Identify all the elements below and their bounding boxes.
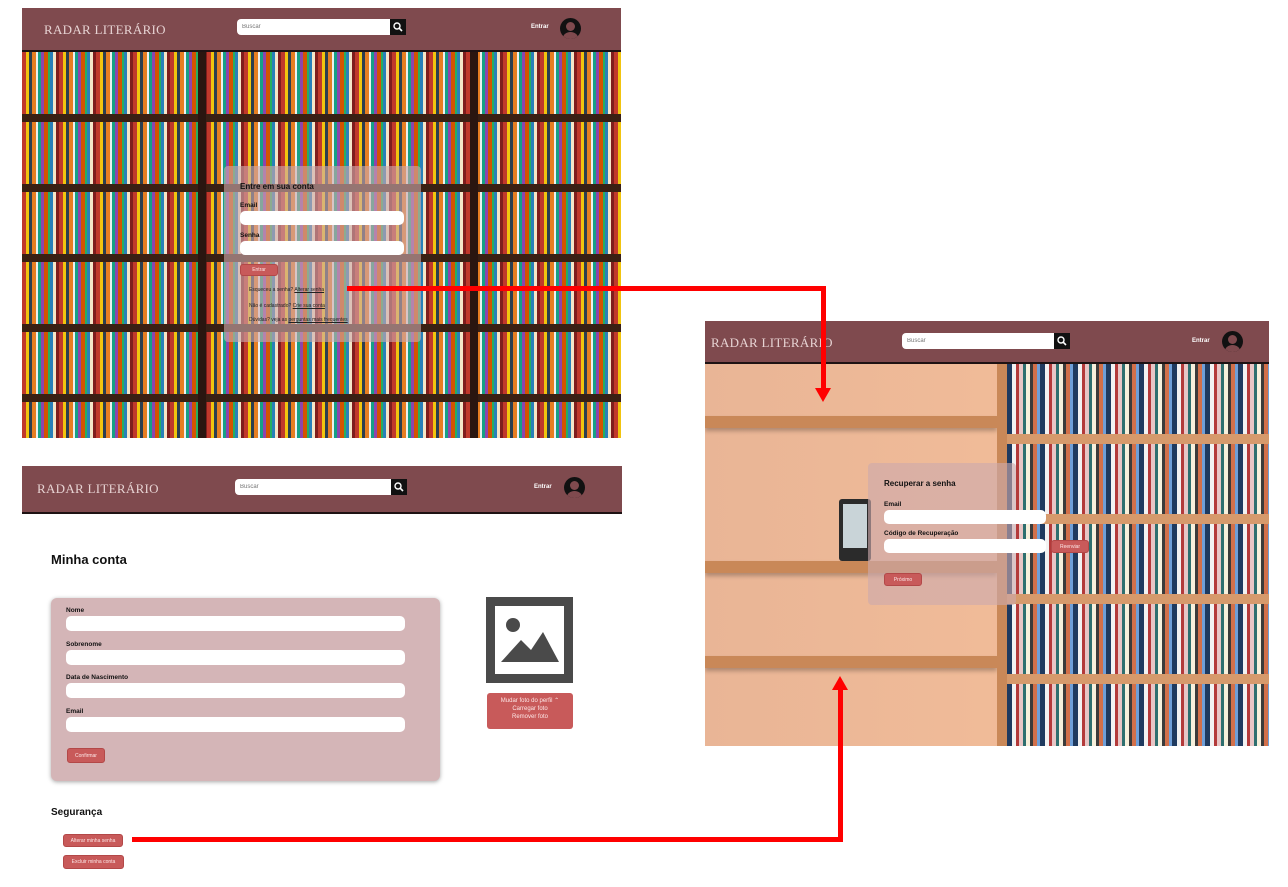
first-name-label: Nome — [66, 607, 85, 614]
birthdate-field[interactable] — [66, 683, 405, 698]
resend-button[interactable]: Reenviar — [1051, 540, 1089, 553]
faq-text: Dúvidas? veja as perguntas mais frequent… — [249, 317, 348, 323]
profile-form-panel: Nome Sobrenome Data de Nascimento Email … — [51, 598, 440, 781]
remove-photo-option[interactable]: Remover foto — [487, 712, 573, 720]
profile-photo-placeholder — [486, 597, 573, 683]
header: RADAR LITERÁRIO Entrar — [22, 8, 621, 52]
photo-dropdown: Mudar foto do perfil ⌃ Carregar foto Rem… — [487, 693, 573, 729]
account-screen: RADAR LITERÁRIO Entrar Minha conta Nome … — [22, 466, 622, 887]
login-screen: RADAR LITERÁRIO Entrar Entre em sua cont… — [22, 8, 621, 438]
password-field[interactable] — [240, 241, 404, 255]
faq-link[interactable]: perguntas mais frequentes — [288, 317, 347, 323]
recovery-code-label: Código de Recuperação — [884, 530, 959, 537]
search-bar — [902, 333, 1070, 349]
change-password-link[interactable]: Alterar senha — [294, 287, 324, 293]
delete-account-button[interactable]: Excluir minha conta — [63, 855, 124, 869]
tablet-on-shelf — [839, 499, 871, 561]
recovery-code-field[interactable] — [884, 539, 1046, 553]
email-field[interactable] — [884, 510, 1046, 524]
search-bar — [237, 19, 406, 35]
search-button[interactable] — [390, 19, 406, 35]
login-button[interactable]: Entrar — [240, 264, 278, 276]
bookshelf-background — [1007, 364, 1269, 746]
search-bar — [235, 479, 407, 495]
search-icon — [394, 482, 404, 492]
next-button[interactable]: Próximo — [884, 573, 922, 586]
email-field[interactable] — [240, 211, 404, 225]
login-link[interactable]: Entrar — [1192, 338, 1210, 344]
register-text: Não é cadastrado? Crie sua conta — [249, 303, 325, 309]
avatar-icon[interactable] — [560, 18, 581, 39]
forgot-password-text: Esqueceu a senha? Alterar senha — [249, 287, 325, 293]
login-panel: Entre em sua conta Email Senha Entrar Es… — [224, 166, 421, 342]
register-link[interactable]: Crie sua conta — [293, 303, 325, 309]
login-link[interactable]: Entrar — [531, 24, 549, 30]
change-photo-button[interactable]: Mudar foto do perfil ⌃ — [487, 693, 573, 704]
email-label: Email — [240, 202, 258, 209]
brand-logo[interactable]: RADAR LITERÁRIO — [711, 335, 833, 351]
search-button[interactable] — [1054, 333, 1070, 349]
upload-photo-option[interactable]: Carregar foto — [487, 704, 573, 712]
recover-panel: Recuperar a senha Email Código de Recupe… — [868, 463, 1089, 605]
search-icon — [1057, 336, 1067, 346]
page-title: Minha conta — [51, 552, 127, 567]
search-icon — [393, 22, 403, 32]
confirm-button[interactable]: Confirmar — [67, 748, 105, 763]
search-input[interactable] — [235, 479, 391, 495]
image-placeholder-icon — [499, 610, 560, 670]
password-label: Senha — [240, 232, 260, 239]
email-label: Email — [884, 501, 902, 508]
login-title: Entre em sua conta — [240, 182, 314, 191]
chevron-up-icon: ⌃ — [554, 698, 560, 704]
email-label: Email — [66, 708, 84, 715]
search-input[interactable] — [237, 19, 390, 35]
brand-logo[interactable]: RADAR LITERÁRIO — [44, 22, 166, 38]
header: RADAR LITERÁRIO Entrar — [705, 321, 1269, 364]
email-field[interactable] — [66, 717, 405, 732]
search-input[interactable] — [902, 333, 1054, 349]
first-name-field[interactable] — [66, 616, 405, 631]
last-name-label: Sobrenome — [66, 641, 102, 648]
avatar-icon[interactable] — [564, 477, 585, 498]
security-title: Segurança — [51, 807, 103, 818]
recover-screen: RADAR LITERÁRIO Entrar Recuperar a senha… — [705, 321, 1269, 746]
search-button[interactable] — [391, 479, 407, 495]
header: RADAR LITERÁRIO Entrar — [22, 466, 622, 514]
brand-logo[interactable]: RADAR LITERÁRIO — [37, 481, 159, 497]
change-password-button[interactable]: Alterar minha senha — [63, 834, 123, 847]
birthdate-label: Data de Nascimento — [66, 674, 129, 681]
recover-title: Recuperar a senha — [884, 479, 956, 488]
avatar-icon[interactable] — [1222, 331, 1243, 352]
login-link[interactable]: Entrar — [534, 484, 552, 490]
last-name-field[interactable] — [66, 650, 405, 665]
